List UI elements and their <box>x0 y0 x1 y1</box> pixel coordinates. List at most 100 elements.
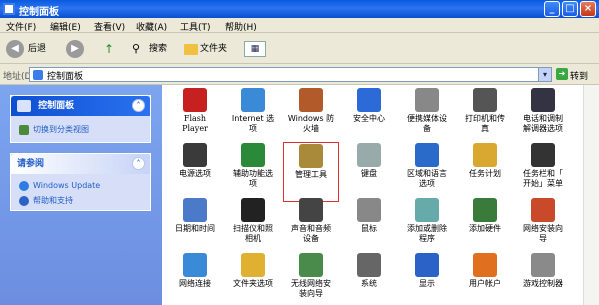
control-panel-item[interactable]: 无线网络安 装向导 <box>283 252 339 305</box>
control-panel-item[interactable]: 文件夹选项 <box>225 252 281 305</box>
control-panel-item[interactable]: 用户帐户 <box>457 252 513 305</box>
item-label: 游戏控制器 <box>523 279 563 288</box>
item-label: 无线网络安 <box>291 279 331 288</box>
item-label: 网络安装向 <box>523 224 563 233</box>
panel-title: 请参阅 <box>17 159 45 169</box>
item-label: 添加硬件 <box>469 224 501 233</box>
control-panel-item[interactable]: 任务栏和「 开始」菜单 <box>515 142 571 202</box>
item-label: Windows 防 <box>287 114 335 123</box>
system-icon <box>357 253 381 277</box>
window-title: 控制面板 <box>19 7 59 18</box>
control-panel-item[interactable]: 辅助功能选项 <box>225 142 281 202</box>
folder-options-icon <box>241 253 265 277</box>
menu-tools[interactable]: 工具(T) <box>180 20 211 33</box>
control-panel-item[interactable]: 显示 <box>399 252 455 305</box>
control-panel-item[interactable]: 添加硬件 <box>457 197 513 257</box>
folders-icon[interactable] <box>184 44 198 55</box>
close-button[interactable]: × <box>580 1 596 17</box>
menu-edit[interactable]: 编辑(E) <box>50 20 81 33</box>
task-pane: 控制面板 ˄ 切换到分类视图 请参阅 ˄ Windows Update 帮助和支… <box>0 85 162 305</box>
back-button[interactable]: 后退 <box>28 40 46 58</box>
link-label: 帮助和支持 <box>33 196 73 205</box>
network-connections-icon <box>183 253 207 277</box>
keyboard-icon <box>357 143 381 167</box>
forward-arrow-icon[interactable]: ▶ <box>66 40 84 58</box>
menu-help[interactable]: 帮助(H) <box>225 20 257 33</box>
security-center-icon <box>357 88 381 112</box>
panel-header[interactable]: 请参阅 ˄ <box>11 154 150 174</box>
item-label: 程序 <box>419 234 435 243</box>
windows-update-link[interactable]: Windows Update <box>11 178 150 193</box>
item-label: 扫描仪和照 <box>233 224 273 233</box>
control-panel-item[interactable]: 便携媒体设备 <box>399 87 455 147</box>
item-label: 项 <box>249 179 257 188</box>
control-panel-item[interactable]: 键盘 <box>341 142 397 202</box>
control-panel-item[interactable]: 扫描仪和照 相机 <box>225 197 281 257</box>
search-icon[interactable]: ⚲ <box>132 40 140 58</box>
menu-favorites[interactable]: 收藏(A) <box>136 20 167 33</box>
search-button[interactable]: 搜索 <box>149 40 167 58</box>
minimize-button[interactable]: _ <box>544 1 560 17</box>
address-dropdown-icon[interactable]: ▾ <box>538 67 552 82</box>
control-panel-item[interactable]: Internet 选项 <box>225 87 281 147</box>
internet-options-icon <box>241 88 265 112</box>
go-button[interactable]: 转到 <box>570 69 588 82</box>
windows-update-icon <box>19 181 29 191</box>
item-label: Player <box>182 124 208 133</box>
item-label: 设备 <box>303 234 319 243</box>
switch-category-view-link[interactable]: 切换到分类视图 <box>11 122 150 137</box>
toolbar: ◀ 后退 ▶ ↑ ⚲ 搜索 文件夹 ▦ <box>0 33 599 64</box>
control-panel-item[interactable]: 添加或删除 程序 <box>399 197 455 257</box>
power-icon <box>183 143 207 167</box>
control-panel-item[interactable]: 网络连接 <box>167 252 223 305</box>
control-panel-item[interactable]: 区域和语言 选项 <box>399 142 455 202</box>
views-icon[interactable]: ▦ <box>244 41 266 57</box>
item-label: 任务栏和「 <box>523 169 563 178</box>
datetime-icon <box>183 198 207 222</box>
collapse-icon[interactable]: ˄ <box>132 99 145 112</box>
control-panel-icon <box>17 99 31 112</box>
link-label: Windows Update <box>33 181 101 190</box>
modem-icon <box>531 88 555 112</box>
item-label: 显示 <box>419 279 435 288</box>
control-panel-item[interactable]: 系统 <box>341 252 397 305</box>
maximize-button[interactable]: □ <box>562 1 578 17</box>
item-label: 装向导 <box>299 289 323 298</box>
control-panel-item[interactable]: Flash Player <box>167 87 223 147</box>
menu-view[interactable]: 查看(V) <box>94 20 125 33</box>
item-label: 选项 <box>419 179 435 188</box>
control-panel-item[interactable]: 游戏控制器 <box>515 252 571 305</box>
up-folder-icon[interactable]: ↑ <box>104 40 122 58</box>
control-panel-item[interactable]: 管理工具 <box>283 142 339 202</box>
address-field[interactable]: 控制面板 <box>29 67 552 82</box>
panel-header[interactable]: 控制面板 ˄ <box>11 96 150 116</box>
item-label: 开始」菜单 <box>523 179 563 188</box>
control-panel-item[interactable]: Windows 防火墙 <box>283 87 339 147</box>
control-panel-item[interactable]: 电话和调制 解调器选项 <box>515 87 571 147</box>
control-panel-item[interactable]: 网络安装向导 <box>515 197 571 257</box>
panel-title: 控制面板 <box>38 101 75 111</box>
item-label: 网络连接 <box>179 279 211 288</box>
folders-button[interactable]: 文件夹 <box>200 40 227 58</box>
title-bar: 控制面板 _ □ × <box>0 0 599 18</box>
go-arrow-icon[interactable]: ➜ <box>556 68 568 80</box>
item-label: 项 <box>249 124 257 133</box>
control-panel-small-icon <box>33 70 43 80</box>
vertical-scrollbar[interactable] <box>583 85 599 305</box>
collapse-icon[interactable]: ˄ <box>132 157 145 170</box>
control-panel-item[interactable]: 打印机和传真 <box>457 87 513 147</box>
item-label: 电源选项 <box>179 169 211 178</box>
control-panel-item[interactable]: 电源选项 <box>167 142 223 202</box>
back-arrow-icon[interactable]: ◀ <box>6 40 24 58</box>
address-bar: 地址(D) 控制面板 ▾ ➜ 转到 <box>0 64 599 85</box>
control-panel-item[interactable]: 日期和时间 <box>167 197 223 257</box>
help-support-link[interactable]: 帮助和支持 <box>11 193 150 208</box>
add-remove-icon <box>415 198 439 222</box>
firewall-icon <box>299 88 323 112</box>
control-panel-item[interactable]: 鼠标 <box>341 197 397 257</box>
menu-file[interactable]: 文件(F) <box>6 20 36 33</box>
control-panel-item[interactable]: 安全中心 <box>341 87 397 147</box>
control-panel-item[interactable]: 声音和音频 设备 <box>283 197 339 257</box>
mouse-icon <box>357 198 381 222</box>
control-panel-item[interactable]: 任务计划 <box>457 142 513 202</box>
